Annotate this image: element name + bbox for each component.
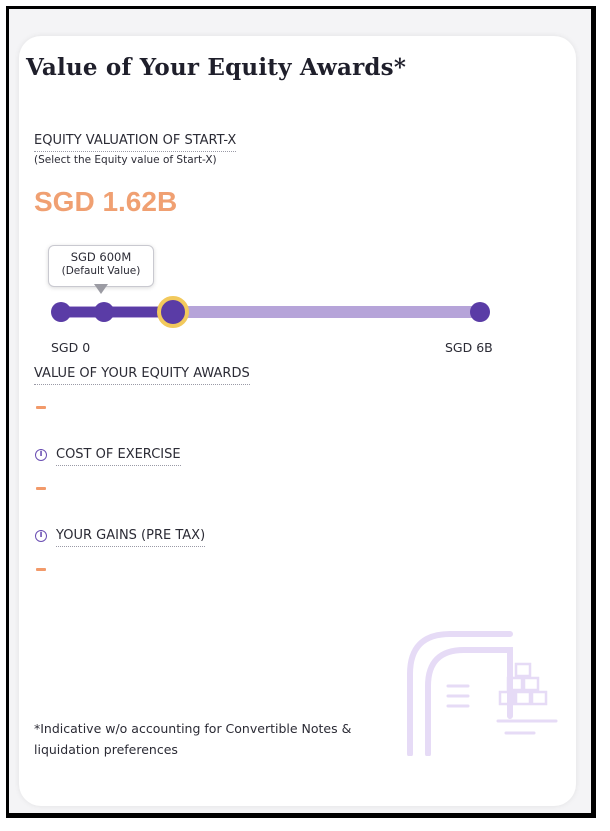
cost-of-exercise-label: COST OF EXERCISE (56, 447, 181, 466)
gains-value (36, 568, 46, 571)
cost-of-exercise-value (36, 487, 46, 490)
slider-min-marker (51, 302, 71, 322)
equity-awards-value-label: VALUE OF YOUR EQUITY AWARDS (34, 366, 250, 385)
valuation-label: EQUITY VALUATION OF START-X (34, 133, 237, 152)
disclaimer-footnote: *Indicative w/o accounting for Convertib… (34, 721, 352, 757)
valuation-value: SGD 1.62B (34, 186, 178, 217)
info-icon[interactable]: i (35, 530, 47, 542)
tooltip-value: SGD 600M (70, 250, 132, 264)
tooltip-caption: (Default Value) (61, 265, 141, 277)
equity-awards-value (36, 406, 46, 409)
document-illustration-icon (398, 616, 563, 761)
slider-min-label: SGD 0 (51, 340, 91, 355)
tooltip-pointer (94, 284, 108, 294)
gains-label: YOUR GAINS (PRE TAX) (56, 528, 206, 547)
info-icon[interactable]: i (35, 449, 47, 461)
valuation-sublabel: (Select the Equity value of Start-X) (34, 154, 217, 166)
slider-default-marker[interactable] (94, 302, 114, 322)
slider-max-label: SGD 6B (445, 340, 493, 355)
slider-max-marker (470, 302, 490, 322)
card-title: Value of Your Equity Awards* (26, 54, 407, 81)
slider-thumb[interactable] (157, 296, 189, 328)
default-value-tooltip: SGD 600M (Default Value) (48, 245, 154, 287)
